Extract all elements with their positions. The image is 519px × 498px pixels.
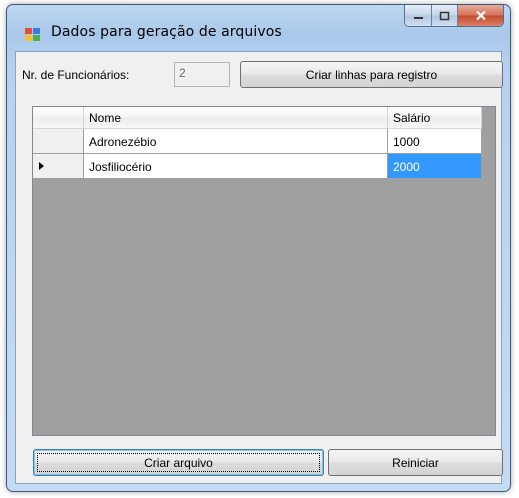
- cell-nome[interactable]: Adronezébio: [84, 129, 388, 154]
- app-icon: [25, 28, 40, 41]
- employee-count-label: Nr. de Funcionários:: [22, 68, 130, 82]
- minimize-button[interactable]: [405, 5, 432, 26]
- grid-corner-header[interactable]: [33, 107, 84, 129]
- create-file-button[interactable]: Criar arquivo: [33, 449, 324, 476]
- current-row-arrow-icon: [39, 162, 44, 170]
- row-header[interactable]: [33, 154, 84, 179]
- column-header-nome[interactable]: Nome: [84, 107, 388, 129]
- title-bar[interactable]: Dados para geração de arquivos: [7, 5, 510, 51]
- close-icon: [475, 10, 486, 21]
- row-header[interactable]: [33, 129, 84, 154]
- close-button[interactable]: [458, 5, 503, 26]
- maximize-button[interactable]: [432, 5, 458, 26]
- focus-rectangle: [37, 453, 320, 472]
- cell-nome[interactable]: Josfiliocério: [84, 154, 388, 179]
- grid-header: Nome Salário: [33, 107, 482, 129]
- employee-count-field[interactable]: 2: [174, 62, 230, 87]
- window-title: Dados para geração de arquivos: [51, 24, 282, 40]
- maximize-icon: [439, 11, 450, 20]
- main-window: Dados para geração de arquivos Nr. de Fu…: [6, 4, 511, 492]
- data-grid[interactable]: Nome Salário Adronezébio 1000 Josfiliocé…: [32, 106, 496, 436]
- caption-buttons: [404, 5, 504, 27]
- cell-salario[interactable]: 1000: [388, 129, 482, 154]
- table-row[interactable]: Adronezébio 1000: [33, 129, 482, 154]
- client-area: Nr. de Funcionários: 2 Criar linhas para…: [15, 51, 503, 484]
- table-row[interactable]: Josfiliocério 2000: [33, 154, 482, 179]
- cell-salario-selected[interactable]: 2000: [388, 154, 482, 179]
- reset-button[interactable]: Reiniciar: [328, 449, 503, 476]
- column-header-salario[interactable]: Salário: [388, 107, 482, 129]
- minimize-icon: [413, 16, 423, 19]
- create-rows-button[interactable]: Criar linhas para registro: [240, 61, 503, 88]
